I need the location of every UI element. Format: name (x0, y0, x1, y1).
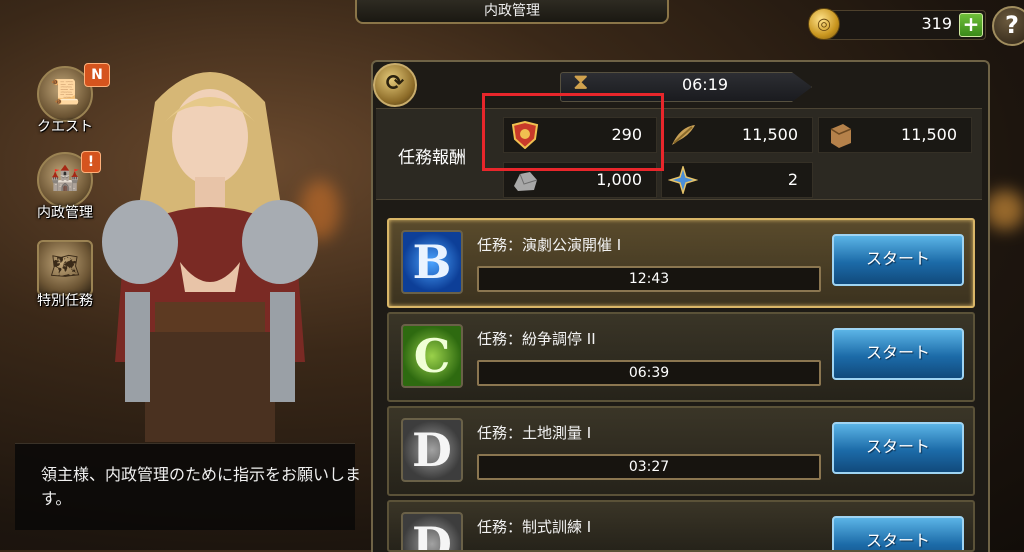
task-duration: 03:27 (477, 454, 821, 480)
add-coins-button[interactable]: + (959, 13, 983, 37)
task-name: 任務：土地測量 I (477, 424, 592, 442)
start-button[interactable]: スタート (832, 422, 964, 474)
wheat-icon (672, 125, 695, 145)
rank-d-icon: D (401, 418, 463, 482)
advisor-character (102, 72, 318, 442)
page-title: 内政管理 (355, 0, 669, 24)
wood-icon (830, 124, 852, 148)
refresh-button[interactable]: ⟳ (373, 63, 417, 107)
timer-text: 06:19 (681, 75, 729, 94)
highlight-annotation (482, 93, 664, 171)
task-row[interactable]: C 任務：紛争調停 II 06:39 スタート (387, 312, 975, 402)
dialogue-box: 領主様、内政管理のために指示をお願いします。 (15, 443, 361, 530)
task-row[interactable]: B 任務：演劇公演開催 I 12:43 スタート (387, 218, 975, 308)
task-name: 任務：演劇公演開催 I (477, 236, 622, 254)
task-duration: 06:39 (477, 360, 821, 386)
reward-value: 11,500 (901, 125, 957, 144)
reward-value: 2 (787, 170, 798, 189)
coin-count: 319 (921, 14, 952, 33)
reward-item: 11,500 (818, 117, 972, 153)
background-light (985, 190, 1024, 230)
coin-icon: ◎ (808, 8, 840, 40)
start-button[interactable]: スタート (832, 234, 964, 286)
task-name: 任務：制式訓練 I (477, 518, 592, 536)
rank-b-icon: B (401, 230, 463, 294)
start-button[interactable]: スタート (832, 328, 964, 380)
hourglass-icon: ⧗ (573, 70, 589, 95)
help-button[interactable]: ? (992, 6, 1024, 46)
reward-item: 2 (661, 162, 813, 198)
task-duration: 12:43 (477, 266, 821, 292)
start-button[interactable]: スタート (832, 516, 964, 550)
reward-value: 11,500 (742, 125, 798, 144)
reward-label: 任務報酬 (398, 148, 466, 168)
dialogue-text: 領主様、内政管理のために指示をお願いします。 (41, 465, 362, 508)
rank-c-icon: C (401, 324, 463, 388)
compass-star-icon (668, 166, 698, 194)
task-name: 任務：紛争調停 II (477, 330, 596, 348)
rank-d-icon: D (401, 512, 463, 550)
task-row[interactable]: D 任務：制式訓練 I スタート (387, 500, 975, 552)
task-row[interactable]: D 任務：土地測量 I 03:27 スタート (387, 406, 975, 496)
reward-item: 11,500 (661, 117, 813, 153)
